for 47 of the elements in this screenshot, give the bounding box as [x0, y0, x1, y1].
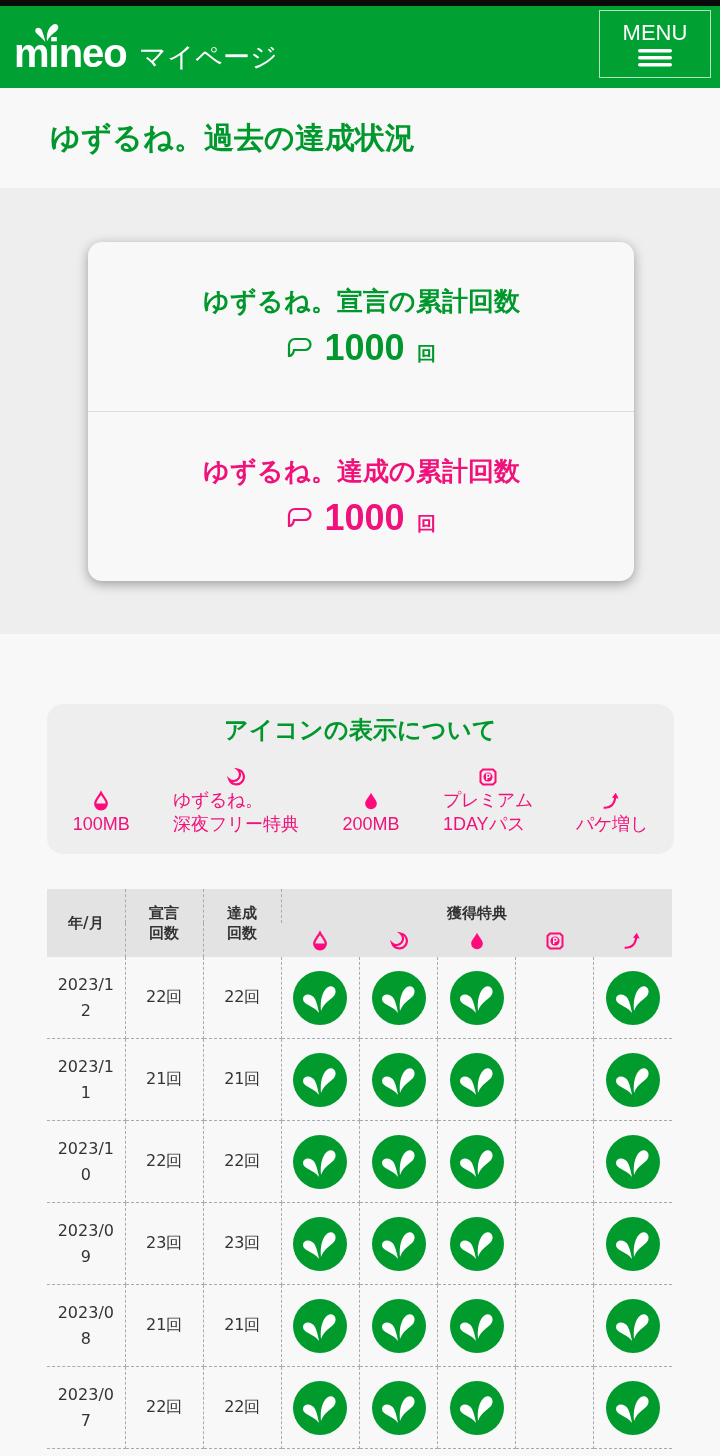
count-unit: 回 — [416, 341, 436, 366]
table-cell: 2023/12 — [47, 957, 126, 1039]
legend-label: 1DAYパス — [442, 813, 525, 836]
table-cell: 22回 — [203, 1366, 282, 1449]
logo: mineo — [14, 33, 127, 73]
table-cell: 2023/10 — [47, 1120, 126, 1203]
table-cell: 22回 — [203, 1120, 282, 1203]
table-cell: 21回 — [125, 1284, 204, 1367]
table-cell: 22回 — [125, 957, 204, 1039]
count-unit: 回 — [416, 511, 436, 536]
column-header: 年/月 — [68, 913, 104, 933]
page-title: ゆずるね。過去の達成状況 — [50, 118, 415, 157]
total-count: 1000 — [324, 497, 405, 539]
total-title: ゆずるね。宣言の累計回数 — [202, 285, 520, 318]
page-subtitle: マイページ — [138, 40, 278, 74]
legend-label: ゆずるね。 — [173, 789, 264, 812]
table-cell: 21回 — [125, 1038, 204, 1121]
total-title: ゆずるね。達成の累計回数 — [202, 455, 520, 488]
table-cell: 21回 — [203, 1284, 282, 1367]
legend-label: 深夜フリー特典 — [173, 813, 300, 836]
table-cell: 2023/08 — [47, 1284, 126, 1367]
menu-button[interactable]: MENU — [599, 10, 711, 78]
moon-icon — [388, 930, 409, 952]
total-count: 1000 — [324, 327, 405, 369]
column-header: 宣言回数 — [148, 903, 180, 943]
table-cell: 22回 — [125, 1366, 204, 1449]
column-header: 獲得特典 — [281, 889, 672, 923]
premium-pass-icon — [544, 930, 565, 952]
table-cell: 23回 — [203, 1202, 282, 1285]
table-cell: 23回 — [125, 1202, 204, 1285]
moon-icon — [226, 766, 247, 788]
table-cell: 22回 — [125, 1120, 204, 1203]
table-cell: 2023/09 — [47, 1202, 126, 1285]
legend-label: プレミアム — [442, 789, 533, 812]
speech-bubble-icon — [286, 507, 313, 529]
speech-bubble-icon — [286, 337, 313, 359]
table-cell: 22回 — [203, 957, 282, 1039]
table-cell: 2023/11 — [47, 1038, 126, 1121]
legend-label: 200MB — [342, 813, 400, 836]
premium-pass-icon — [477, 766, 498, 788]
legend-label: 100MB — [72, 813, 130, 836]
legend-label: パケ増し — [576, 813, 649, 836]
table-cell: 21回 — [203, 1038, 282, 1121]
table-cell: 2023/07 — [47, 1366, 126, 1449]
column-header: 達成回数 — [226, 903, 259, 943]
legend-title: アイコンの表示について — [223, 715, 498, 746]
menu-icon — [638, 49, 672, 67]
